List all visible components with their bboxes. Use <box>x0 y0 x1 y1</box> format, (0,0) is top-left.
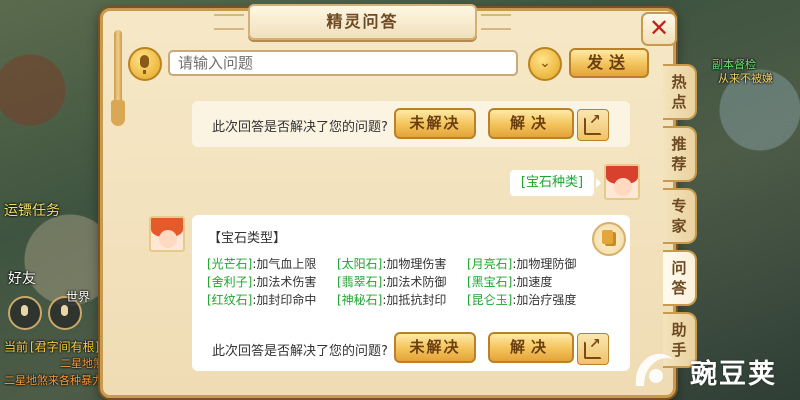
watermark-text: 豌豆荚 <box>690 359 777 390</box>
feedback-box: 此次回答是否解决了您的问题? 未解决 解决 <box>192 325 630 371</box>
chat-channel-tag: 当前 <box>4 340 29 354</box>
badge-icon <box>592 222 626 256</box>
avatar <box>149 216 185 252</box>
share-icon[interactable] <box>577 109 609 141</box>
tab-recommend[interactable]: 推荐 <box>663 126 697 182</box>
solved-button[interactable]: 解决 <box>488 108 574 139</box>
list-item: [舍利子]:加法术伤害 <box>207 275 317 289</box>
voice-chat-icon[interactable] <box>8 296 42 330</box>
avatar <box>604 164 640 200</box>
user-message: [宝石种类] <box>510 170 601 196</box>
list-item: [昆仑玉]:加治疗强度 <box>467 293 577 307</box>
close-button[interactable]: ✕ <box>641 12 677 46</box>
chat-line: 二星地煞 <box>60 357 104 370</box>
list-item: [月亮石]:加物理防御 <box>467 257 577 271</box>
list-item: [红纹石]:加封印命中 <box>207 293 317 307</box>
tab-expert[interactable]: 专家 <box>663 188 697 244</box>
microphone-button[interactable] <box>128 47 162 81</box>
dialog-title: 精灵问答 <box>214 4 511 40</box>
feedback-box: 此次回答是否解决了您的问题? 未解决 解决 <box>192 101 630 147</box>
npc-title: 从来不被嫌 <box>718 72 773 85</box>
tab-hot[interactable]: 热点 <box>663 64 697 120</box>
answer-bubble: 【宝石类型】 [光芒石]:加气血上限 [太阳石]:加物理伤害 [月亮石]:加物理… <box>192 215 630 371</box>
chevron-down-icon[interactable]: ⌄ <box>528 47 562 81</box>
gem-list: [光芒石]:加气血上限 [太阳石]:加物理伤害 [月亮石]:加物理防御 [舍利子… <box>207 257 607 308</box>
list-item: [黑宝石]:加速度 <box>467 275 553 289</box>
list-item: [太阳石]:加物理伤害 <box>337 257 447 271</box>
tab-qa[interactable]: 问答 <box>663 250 697 306</box>
friend-label[interactable]: 好友 <box>8 268 36 288</box>
feedback-question: 此次回答是否解决了您的问题? <box>212 120 388 135</box>
solved-button[interactable]: 解决 <box>488 332 574 363</box>
microphone-icon <box>140 55 149 74</box>
unsolved-button[interactable]: 未解决 <box>394 108 476 139</box>
chat-room-name: [君字间有根] <box>30 340 100 354</box>
share-icon[interactable] <box>577 333 609 365</box>
tassel-ornament <box>111 30 125 126</box>
list-item: [光芒石]:加气血上限 <box>207 257 317 271</box>
watermark-logo-icon <box>635 353 674 386</box>
quest-label[interactable]: 运镖任务 <box>4 200 60 220</box>
world-channel-label[interactable]: 世界 <box>66 288 90 305</box>
chat-line: 二星地煞来各种暴力 <box>4 374 103 387</box>
feedback-question: 此次回答是否解决了您的问题? <box>212 344 388 359</box>
unsolved-button[interactable]: 未解决 <box>394 332 476 363</box>
send-button[interactable]: 发送 <box>569 48 649 78</box>
question-input[interactable] <box>168 50 518 76</box>
answer-title: 【宝石类型】 <box>208 231 287 246</box>
list-item: [翡翠石]:加法术防御 <box>337 275 447 289</box>
list-item: [神秘石]:加抵抗封印 <box>337 293 447 307</box>
